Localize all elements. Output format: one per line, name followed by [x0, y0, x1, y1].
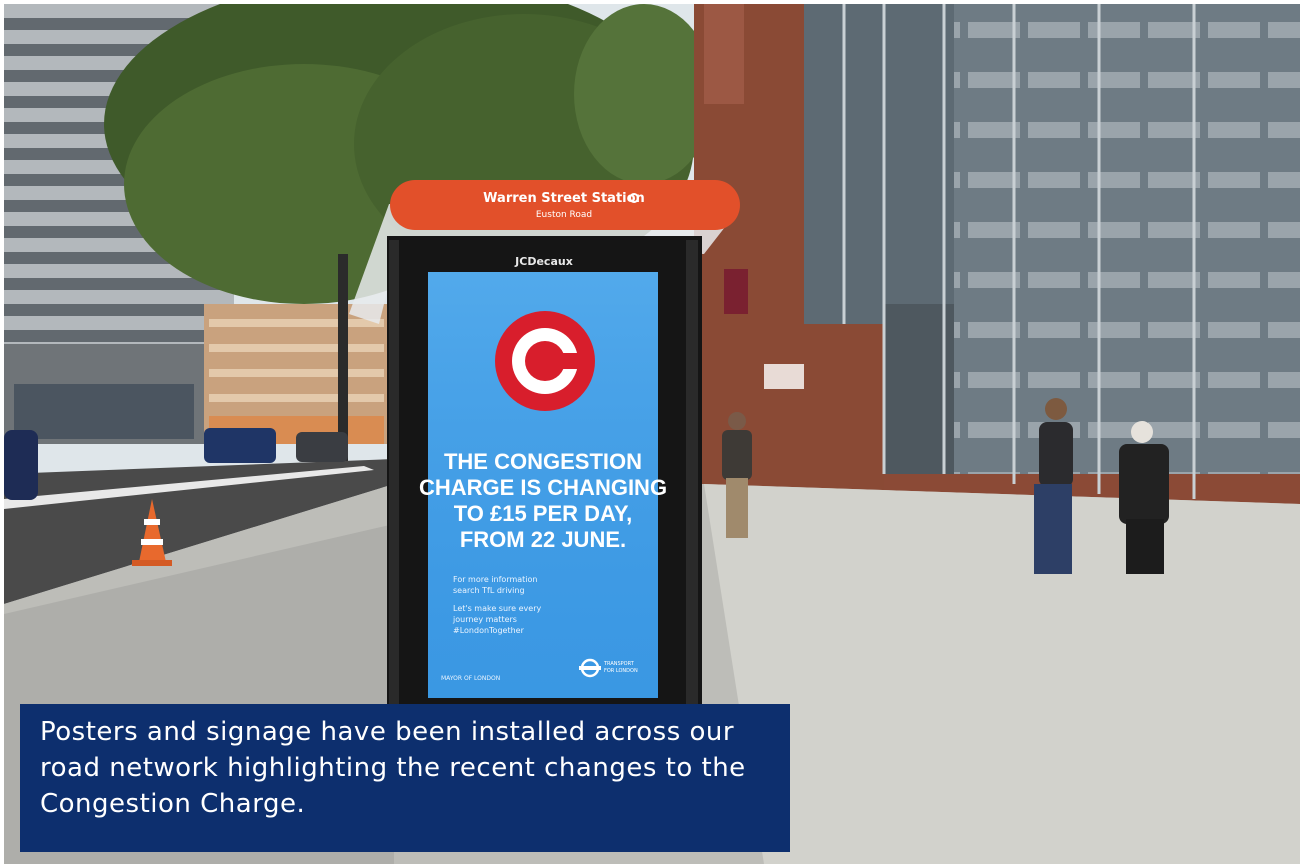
dark-car: [296, 432, 348, 462]
poster-message-3: #LondonTogether: [453, 626, 525, 635]
poster-headline-3: TO £15 PER DAY,: [454, 501, 633, 526]
road-name: Euston Road: [536, 210, 592, 220]
pedestrian-man: [722, 412, 752, 538]
caption-box: Posters and signage have been installed …: [20, 704, 790, 852]
blue-car: [204, 428, 276, 463]
background-buildings: [204, 304, 389, 444]
caption-text: Posters and signage have been installed …: [40, 717, 746, 819]
station-name: Warren Street Station: [483, 191, 645, 206]
poster-headline-2: CHARGE IS CHANGING: [419, 475, 667, 500]
tfl-label-2: FOR LONDON: [604, 668, 638, 674]
congestion-poster: THE CONGESTION CHARGE IS CHANGING TO £15…: [419, 272, 667, 698]
poster-info-2: search TfL driving: [453, 586, 525, 595]
poster-info-1: For more information: [453, 575, 537, 584]
poster-headline-1: THE CONGESTION: [444, 449, 642, 474]
poster-message-2: journey matters: [452, 615, 517, 624]
advertiser-brand: JCDecaux: [514, 255, 573, 268]
tfl-label-1: TRANSPORT: [603, 661, 635, 667]
poster-headline-4: FROM 22 JUNE.: [460, 527, 626, 552]
parked-car: [4, 430, 38, 500]
mayor-credit: MAYOR OF LONDON: [441, 675, 500, 682]
poster-message-1: Let's make sure every: [453, 604, 541, 613]
